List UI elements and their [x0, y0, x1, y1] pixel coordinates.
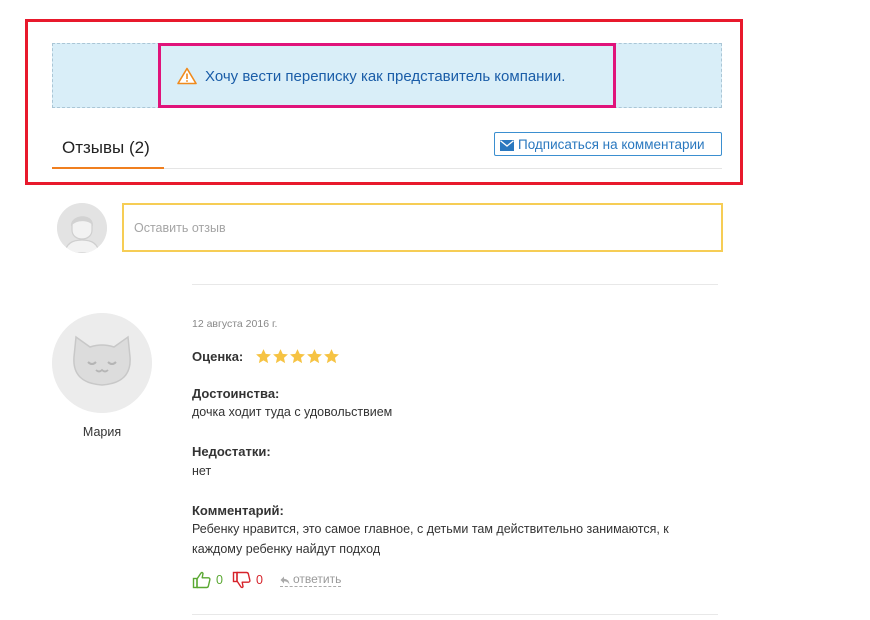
author-name: Мария: [82, 425, 122, 439]
comment-text-line-2: каждому ребенку найдут подход: [192, 542, 381, 556]
comment-text-line-1: Ребенку нравится, это самое главное, с д…: [192, 522, 669, 536]
review-divider-top: [192, 284, 718, 285]
user-silhouette-icon: [57, 203, 107, 253]
star-icon: [255, 348, 272, 365]
cat-avatar-icon: [52, 313, 152, 413]
rating-label: Оценка:: [192, 349, 244, 364]
cons-text: нет: [192, 464, 212, 478]
reply-link[interactable]: ответить: [280, 572, 342, 587]
thumbs-down-icon[interactable]: [232, 570, 252, 590]
thumbs-up-icon[interactable]: [192, 570, 212, 590]
dislike-count: 0: [256, 573, 263, 587]
current-user-avatar: [57, 203, 107, 253]
vote-row: 0 0 ответить: [192, 569, 342, 591]
tab-reviews-label: Отзывы (2): [62, 138, 150, 157]
cons-label: Недостатки:: [192, 444, 271, 459]
star-icon: [272, 348, 289, 365]
pros-text: дочка ходит туда с удовольствием: [192, 405, 393, 419]
reply-arrow-icon: [280, 575, 290, 585]
like-count: 0: [216, 573, 223, 587]
reply-label: ответить: [293, 572, 342, 586]
tab-reviews[interactable]: Отзывы (2): [52, 133, 164, 169]
comment-label: Комментарий:: [192, 503, 284, 518]
review-date: 12 августа 2016 г.: [192, 318, 278, 330]
leave-review-input[interactable]: [122, 203, 723, 252]
review-divider-bottom: [192, 614, 718, 615]
star-icon: [323, 348, 340, 365]
mail-icon: [500, 139, 514, 151]
star-icon: [289, 348, 306, 365]
author-avatar: [52, 313, 152, 413]
subscribe-comments-button[interactable]: Подписаться на комментарии: [494, 132, 722, 156]
star-icon: [306, 348, 323, 365]
pros-label: Достоинства:: [192, 386, 280, 401]
rating-stars: [255, 348, 340, 365]
subscribe-comments-label: Подписаться на комментарии: [518, 136, 705, 152]
annotation-highlight-magenta: [158, 43, 616, 108]
